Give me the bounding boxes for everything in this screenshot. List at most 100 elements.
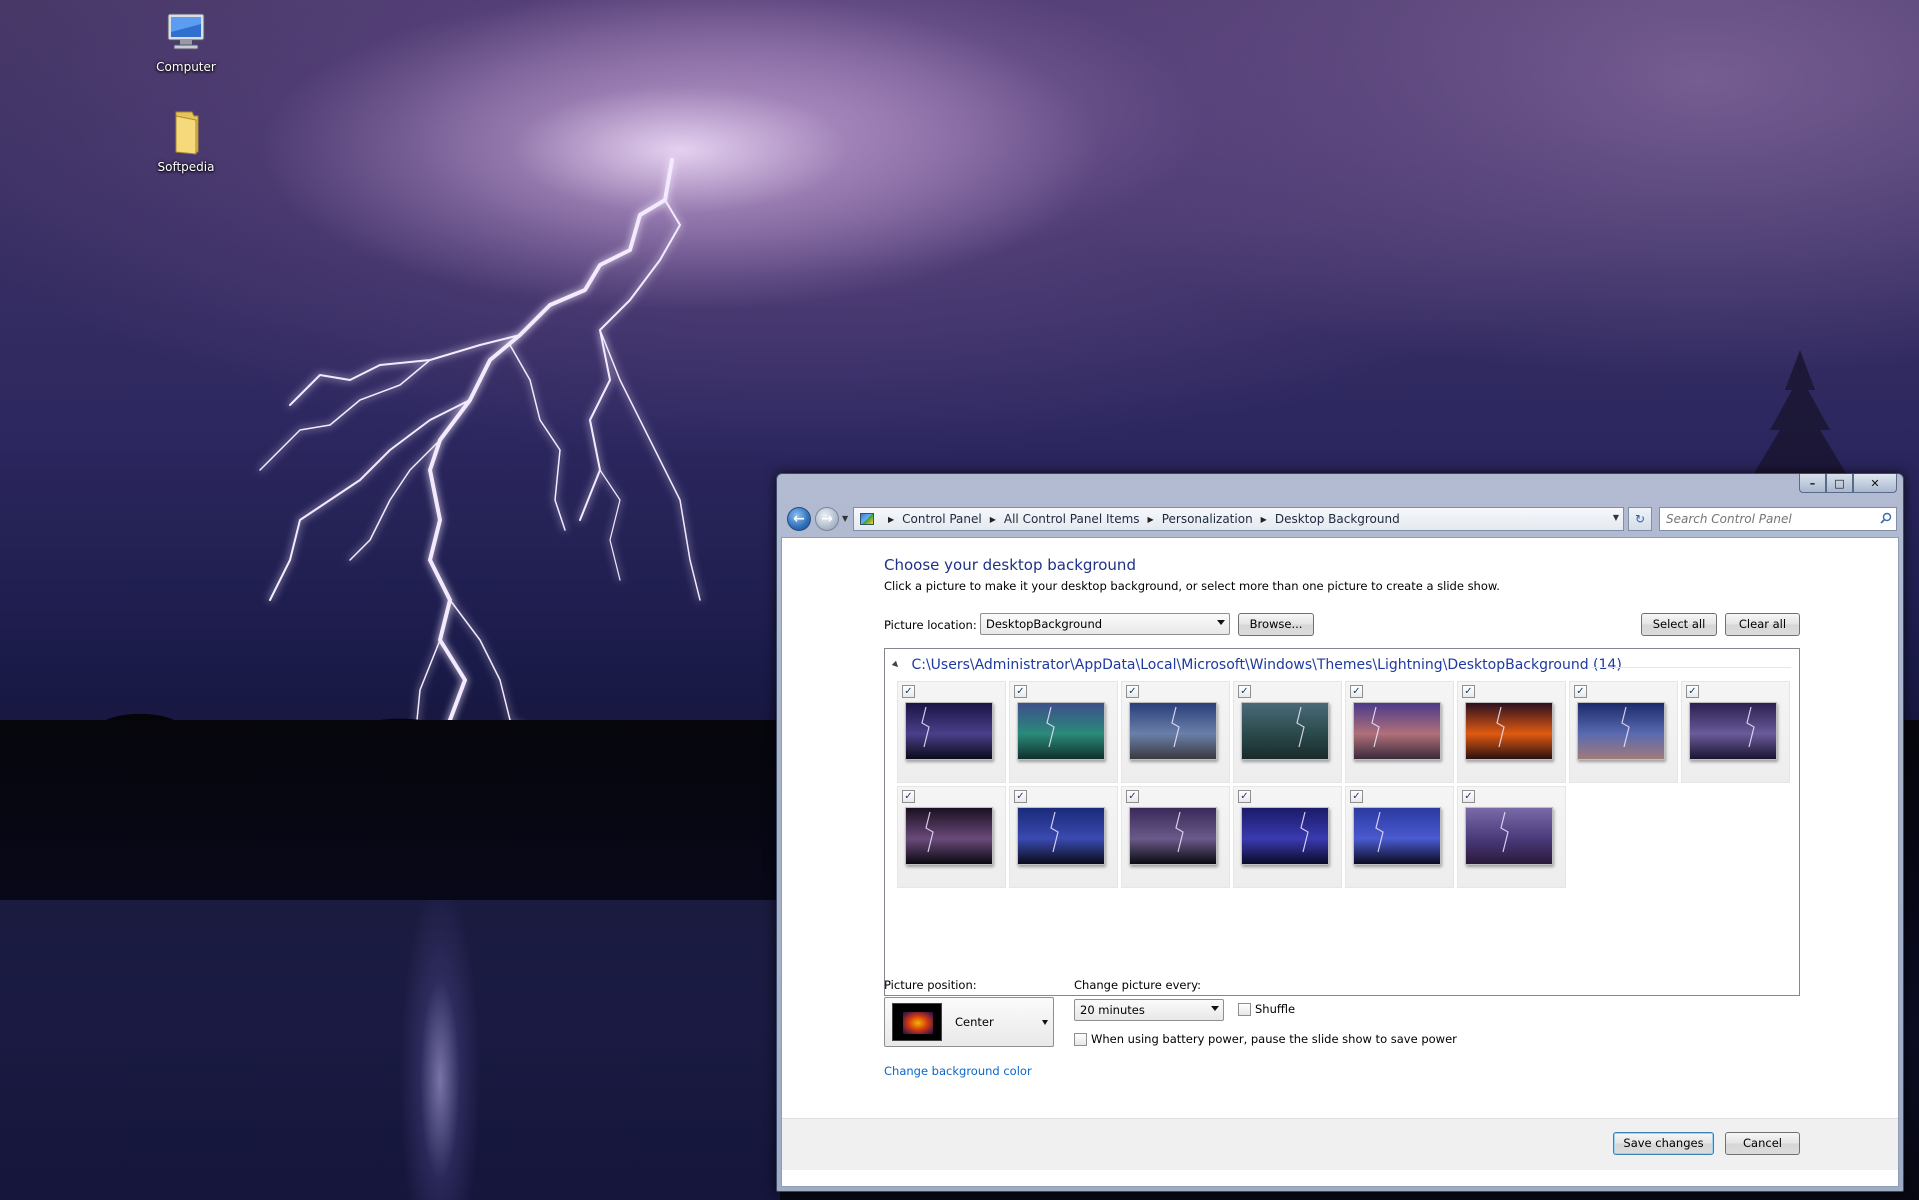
battery-pause-checkbox[interactable] xyxy=(1074,1033,1087,1046)
lightning-icon xyxy=(1496,706,1505,748)
refresh-button[interactable]: ↻ xyxy=(1628,507,1652,531)
change-interval-value: 20 minutes xyxy=(1080,1003,1145,1017)
breadcrumb-personalization[interactable]: Personalization xyxy=(1162,512,1253,526)
wallpaper-thumbnail[interactable]: ✓ xyxy=(1345,681,1454,783)
change-interval-dropdown[interactable]: 20 minutes xyxy=(1074,999,1224,1021)
chevron-right-icon[interactable]: ▶ xyxy=(1148,515,1154,524)
chevron-down-icon xyxy=(1211,1006,1219,1011)
search-icon[interactable] xyxy=(1880,512,1892,524)
chevron-right-icon[interactable]: ▶ xyxy=(990,515,996,524)
thumbnail-image xyxy=(1465,702,1553,760)
title-bar-controls: – □ ✕ xyxy=(1799,474,1897,494)
wallpaper-thumbnail[interactable]: ✓ xyxy=(897,681,1006,783)
control-panel-icon xyxy=(860,513,874,525)
thumbnail-checkbox[interactable]: ✓ xyxy=(902,790,915,803)
save-changes-button[interactable]: Save changes xyxy=(1613,1132,1714,1155)
breadcrumb-all-items[interactable]: All Control Panel Items xyxy=(1004,512,1140,526)
chevron-right-icon[interactable]: ▶ xyxy=(888,515,894,524)
desktop-icon-label: Softpedia xyxy=(157,160,215,174)
thumbnail-checkbox[interactable]: ✓ xyxy=(1462,790,1475,803)
thumbnail-checkbox[interactable]: ✓ xyxy=(1126,790,1139,803)
thumbnail-image xyxy=(1689,702,1777,760)
lake-reflection xyxy=(0,900,780,1200)
shuffle-checkbox[interactable] xyxy=(1238,1003,1251,1016)
recent-pages-icon[interactable]: ▼ xyxy=(842,514,848,523)
browse-button[interactable]: Browse... xyxy=(1238,613,1314,636)
thumbnail-checkbox[interactable]: ✓ xyxy=(1686,685,1699,698)
chevron-down-icon[interactable]: ▼ xyxy=(1613,513,1619,522)
lightning-icon xyxy=(1300,811,1309,853)
wallpaper-thumbnail[interactable]: ✓ xyxy=(1121,681,1230,783)
lightning-icon xyxy=(1621,706,1630,748)
change-background-color-link[interactable]: Change background color xyxy=(884,1064,1032,1078)
wallpaper-thumbnail[interactable]: ✓ xyxy=(1457,681,1566,783)
picture-location-dropdown[interactable]: DesktopBackground xyxy=(980,613,1230,635)
clear-all-button[interactable]: Clear all xyxy=(1725,613,1800,636)
breadcrumb-desktop-background[interactable]: Desktop Background xyxy=(1275,512,1400,526)
thumbnail-image xyxy=(1017,702,1105,760)
thumbnail-image xyxy=(1017,807,1105,865)
thumbnail-image xyxy=(905,807,993,865)
wallpaper-thumbnail[interactable]: ✓ xyxy=(1121,786,1230,888)
desktop-background-window: – □ ✕ ← → ▼ ▶ Control Panel ▶ All Contro… xyxy=(776,473,1904,1192)
back-button[interactable]: ← xyxy=(787,507,811,531)
thumbnail-image xyxy=(1129,702,1217,760)
wallpaper-thumbnail[interactable]: ✓ xyxy=(1009,786,1118,888)
thumbnail-image xyxy=(1129,807,1217,865)
thumbnail-checkbox[interactable]: ✓ xyxy=(1574,685,1587,698)
lightning-icon xyxy=(921,706,930,748)
collapse-triangle-icon[interactable] xyxy=(891,660,901,670)
position-preview-image xyxy=(892,1003,942,1041)
wallpaper-thumbnail[interactable]: ✓ xyxy=(1681,681,1790,783)
group-divider xyxy=(1591,667,1791,668)
picture-position-label: Picture position: xyxy=(884,978,977,992)
select-all-button[interactable]: Select all xyxy=(1641,613,1717,636)
picture-position-dropdown[interactable]: Center xyxy=(884,997,1054,1047)
lightning-icon xyxy=(1296,706,1305,748)
main-content: Choose your desktop background Click a p… xyxy=(781,537,1899,1187)
thumbnail-checkbox[interactable]: ✓ xyxy=(1126,685,1139,698)
lightning-icon xyxy=(1171,706,1180,748)
chevron-right-icon[interactable]: ▶ xyxy=(1261,515,1267,524)
lightning-icon xyxy=(1746,706,1755,748)
wallpaper-thumbnail[interactable]: ✓ xyxy=(1569,681,1678,783)
thumbnail-checkbox[interactable]: ✓ xyxy=(902,685,915,698)
thumbnail-image xyxy=(1241,807,1329,865)
change-picture-label: Change picture every: xyxy=(1074,978,1202,992)
picture-location-label: Picture location: xyxy=(884,618,977,632)
wallpaper-thumbnail[interactable]: ✓ xyxy=(1345,786,1454,888)
cancel-button[interactable]: Cancel xyxy=(1725,1132,1800,1155)
thumbnail-checkbox[interactable]: ✓ xyxy=(1014,685,1027,698)
minimize-button[interactable]: – xyxy=(1799,474,1826,493)
thumbnail-checkbox[interactable]: ✓ xyxy=(1014,790,1027,803)
thumbnail-image xyxy=(1241,702,1329,760)
chevron-down-icon xyxy=(1042,1020,1048,1025)
wallpaper-thumbnail[interactable]: ✓ xyxy=(1233,786,1342,888)
thumbnail-checkbox[interactable]: ✓ xyxy=(1350,685,1363,698)
lightning-icon xyxy=(1500,811,1509,853)
close-button[interactable]: ✕ xyxy=(1853,474,1897,493)
wallpaper-thumbnail[interactable]: ✓ xyxy=(1233,681,1342,783)
page-title: Choose your desktop background xyxy=(884,556,1136,574)
thumbnail-image xyxy=(1353,807,1441,865)
address-bar[interactable]: ▶ Control Panel ▶ All Control Panel Item… xyxy=(853,507,1624,531)
desktop-icon-computer[interactable]: Computer xyxy=(141,8,231,74)
lightning-icon xyxy=(925,811,934,853)
forward-button[interactable]: → xyxy=(815,507,839,531)
thumbnail-checkbox[interactable]: ✓ xyxy=(1238,685,1251,698)
maximize-button[interactable]: □ xyxy=(1826,474,1853,493)
picture-list[interactable]: C:\Users\Administrator\AppData\Local\Mic… xyxy=(884,648,1800,996)
thumbnail-image xyxy=(905,702,993,760)
thumbnail-checkbox[interactable]: ✓ xyxy=(1238,790,1251,803)
wallpaper-thumbnail[interactable]: ✓ xyxy=(1009,681,1118,783)
thumbnail-checkbox[interactable]: ✓ xyxy=(1462,685,1475,698)
breadcrumb-control-panel[interactable]: Control Panel xyxy=(902,512,982,526)
thumbnail-checkbox[interactable]: ✓ xyxy=(1350,790,1363,803)
group-header[interactable]: C:\Users\Administrator\AppData\Local\Mic… xyxy=(891,657,1622,673)
wallpaper-thumbnail[interactable]: ✓ xyxy=(1457,786,1566,888)
desktop-icon-softpedia[interactable]: Softpedia xyxy=(141,108,231,174)
wallpaper-thumbnail[interactable]: ✓ xyxy=(897,786,1006,888)
search-input[interactable] xyxy=(1659,507,1897,531)
thumbnail-image xyxy=(1353,702,1441,760)
desktop-icon-label: Computer xyxy=(156,60,216,74)
